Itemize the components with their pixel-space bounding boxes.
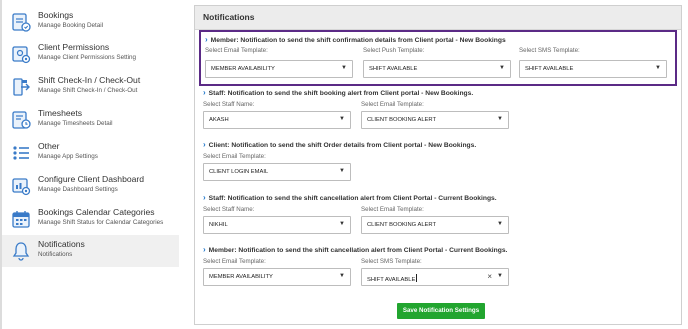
chevron-right-icon: ›	[203, 193, 206, 202]
sidebar-item-subtitle: Notifications	[38, 251, 73, 258]
select-value: MEMBER AVAILABILITY	[209, 274, 273, 280]
dropdown-arrow-icon: ▼	[339, 273, 345, 279]
sidebar-item-bookings[interactable]: Bookings Manage Booking Detail	[2, 6, 179, 38]
select-value: SHIFT AVAILABLE	[367, 274, 418, 283]
select-value: CLIENT BOOKING ALERT	[367, 117, 437, 123]
select-value: AKASH	[209, 117, 229, 123]
sidebar-item-title: Bookings Calendar Categories	[38, 207, 155, 217]
field-label: Select Email Template:	[203, 258, 266, 265]
sms-template-select[interactable]: SHIFT AVAILABLE × ▼	[361, 268, 509, 286]
select-value: SHIFT AVAILABLE	[369, 66, 418, 72]
clear-icon[interactable]: ×	[487, 272, 492, 281]
staff-name-select[interactable]: AKASH ▼	[203, 111, 351, 129]
list-icon	[10, 142, 32, 164]
select-value: CLIENT LOGIN EMAIL	[209, 169, 269, 175]
calendar-icon	[10, 208, 32, 230]
push-template-select[interactable]: SHIFT AVAILABLE ▼	[363, 60, 511, 78]
member-cancellation-alert-section: › Member: Notification to send the shift …	[199, 243, 677, 293]
email-template-select[interactable]: CLIENT BOOKING ALERT ▼	[361, 216, 509, 234]
select-value: SHIFT AVAILABLE	[525, 66, 574, 72]
sidebar-item-subtitle: Manage Timesheets Detail	[38, 120, 113, 127]
staff-new-booking-alert-section: › Staff: Notification to send the shift b…	[199, 86, 677, 136]
chevron-right-icon: ›	[203, 88, 206, 97]
field-label: Select Email Template:	[361, 206, 424, 213]
field-label: Select Staff Name:	[203, 206, 255, 213]
email-template-select[interactable]: MEMBER AVAILABILITY ▼	[203, 268, 351, 286]
sidebar-item-title: Notifications	[38, 239, 85, 249]
email-template-select[interactable]: CLIENT BOOKING ALERT ▼	[361, 111, 509, 129]
field-label: Select SMS Template:	[361, 258, 422, 265]
dropdown-arrow-icon: ▼	[499, 65, 505, 71]
panel-title: Notifications	[195, 6, 681, 30]
field-label: Select Push Template:	[363, 47, 425, 54]
save-notification-settings-button[interactable]: Save Notification Settings	[397, 303, 485, 319]
select-value: MEMBER AVAILABILITY	[211, 66, 275, 72]
chevron-right-icon: ›	[205, 35, 208, 44]
chevron-right-icon: ›	[203, 245, 206, 254]
field-label: Select Staff Name:	[203, 101, 255, 108]
sidebar-item-bookings-calendar-categories[interactable]: Bookings Calendar Categories Manage Shif…	[2, 203, 179, 235]
section-title: › Member: Notification to send the shift …	[205, 35, 506, 44]
section-title: › Member: Notification to send the shift …	[203, 245, 508, 254]
field-label: Select Email Template:	[203, 153, 266, 160]
bookings-icon	[10, 11, 32, 33]
dropdown-arrow-icon: ▼	[497, 116, 503, 122]
sidebar-item-shift-check-in[interactable]: Shift Check-In / Check-Out Manage Shift …	[2, 71, 179, 103]
sidebar-item-title: Client Permissions	[38, 42, 110, 52]
bell-icon	[10, 240, 32, 262]
select-value: CLIENT BOOKING ALERT	[367, 222, 437, 228]
field-label: Select Email Template:	[361, 101, 424, 108]
section-title: › Staff: Notification to send the shift b…	[203, 88, 474, 97]
sidebar-item-subtitle: Manage Shift Status for Calendar Categor…	[38, 219, 164, 226]
field-label: Select SMS Template:	[519, 47, 580, 54]
dropdown-arrow-icon: ▼	[339, 221, 345, 227]
sidebar-item-subtitle: Manage Shift Check-In / Check-Out	[38, 87, 138, 94]
client-new-booking-order-section: › Client: Notification to send the shift …	[199, 138, 677, 188]
sidebar-item-subtitle: Manage Client Permissions Setting	[38, 54, 136, 61]
dashboard-icon	[10, 175, 32, 197]
select-value: NIKHIL	[209, 222, 228, 228]
member-new-booking-confirmation-section: › Member: Notification to send the shift …	[199, 30, 677, 86]
sidebar-item-title: Configure Client Dashboard	[38, 174, 145, 184]
sidebar-item-notifications[interactable]: Notifications Notifications	[2, 235, 179, 267]
dropdown-arrow-icon: ▼	[655, 65, 661, 71]
permissions-icon	[10, 43, 32, 65]
sidebar-item-subtitle: Manage App Settings	[38, 153, 98, 160]
email-template-select[interactable]: MEMBER AVAILABILITY ▼	[205, 60, 353, 78]
section-title: › Staff: Notification to send the shift c…	[203, 193, 497, 202]
check-in-icon	[10, 76, 32, 98]
sidebar-item-title: Bookings	[38, 10, 74, 20]
sidebar-item-subtitle: Manage Dashboard Settings	[38, 186, 118, 193]
notifications-panel: Notifications › Member: Notification to s…	[194, 5, 682, 325]
sidebar-item-title: Other	[38, 141, 60, 151]
timesheet-icon	[10, 109, 32, 131]
dropdown-arrow-icon: ▼	[339, 168, 345, 174]
staff-name-select[interactable]: NIKHIL ▼	[203, 216, 351, 234]
sidebar-item-configure-client-dashboard[interactable]: Configure Client Dashboard Manage Dashbo…	[2, 170, 179, 202]
field-label: Select Email Template:	[205, 47, 268, 54]
email-template-select[interactable]: CLIENT LOGIN EMAIL ▼	[203, 163, 351, 181]
sidebar-item-title: Timesheets	[38, 108, 83, 118]
sidebar-item-timesheets[interactable]: Timesheets Manage Timesheets Detail	[2, 104, 179, 136]
dropdown-arrow-icon: ▼	[497, 273, 503, 279]
dropdown-arrow-icon: ▼	[497, 221, 503, 227]
staff-cancellation-alert-section: › Staff: Notification to send the shift c…	[199, 191, 677, 241]
sidebar-item-title: Shift Check-In / Check-Out	[38, 75, 141, 85]
dropdown-arrow-icon: ▼	[341, 65, 347, 71]
sms-template-select[interactable]: SHIFT AVAILABLE ▼	[519, 60, 667, 78]
sidebar-item-subtitle: Manage Booking Detail	[38, 22, 104, 29]
dropdown-arrow-icon: ▼	[339, 116, 345, 122]
text-cursor	[416, 274, 418, 282]
sidebar-item-client-permissions[interactable]: Client Permissions Manage Client Permiss…	[2, 38, 179, 70]
settings-sidebar: Bookings Manage Booking Detail Client Pe…	[2, 0, 179, 329]
sidebar-item-other[interactable]: Other Manage App Settings	[2, 137, 179, 169]
chevron-right-icon: ›	[203, 140, 206, 149]
section-title: › Client: Notification to send the shift …	[203, 140, 477, 149]
